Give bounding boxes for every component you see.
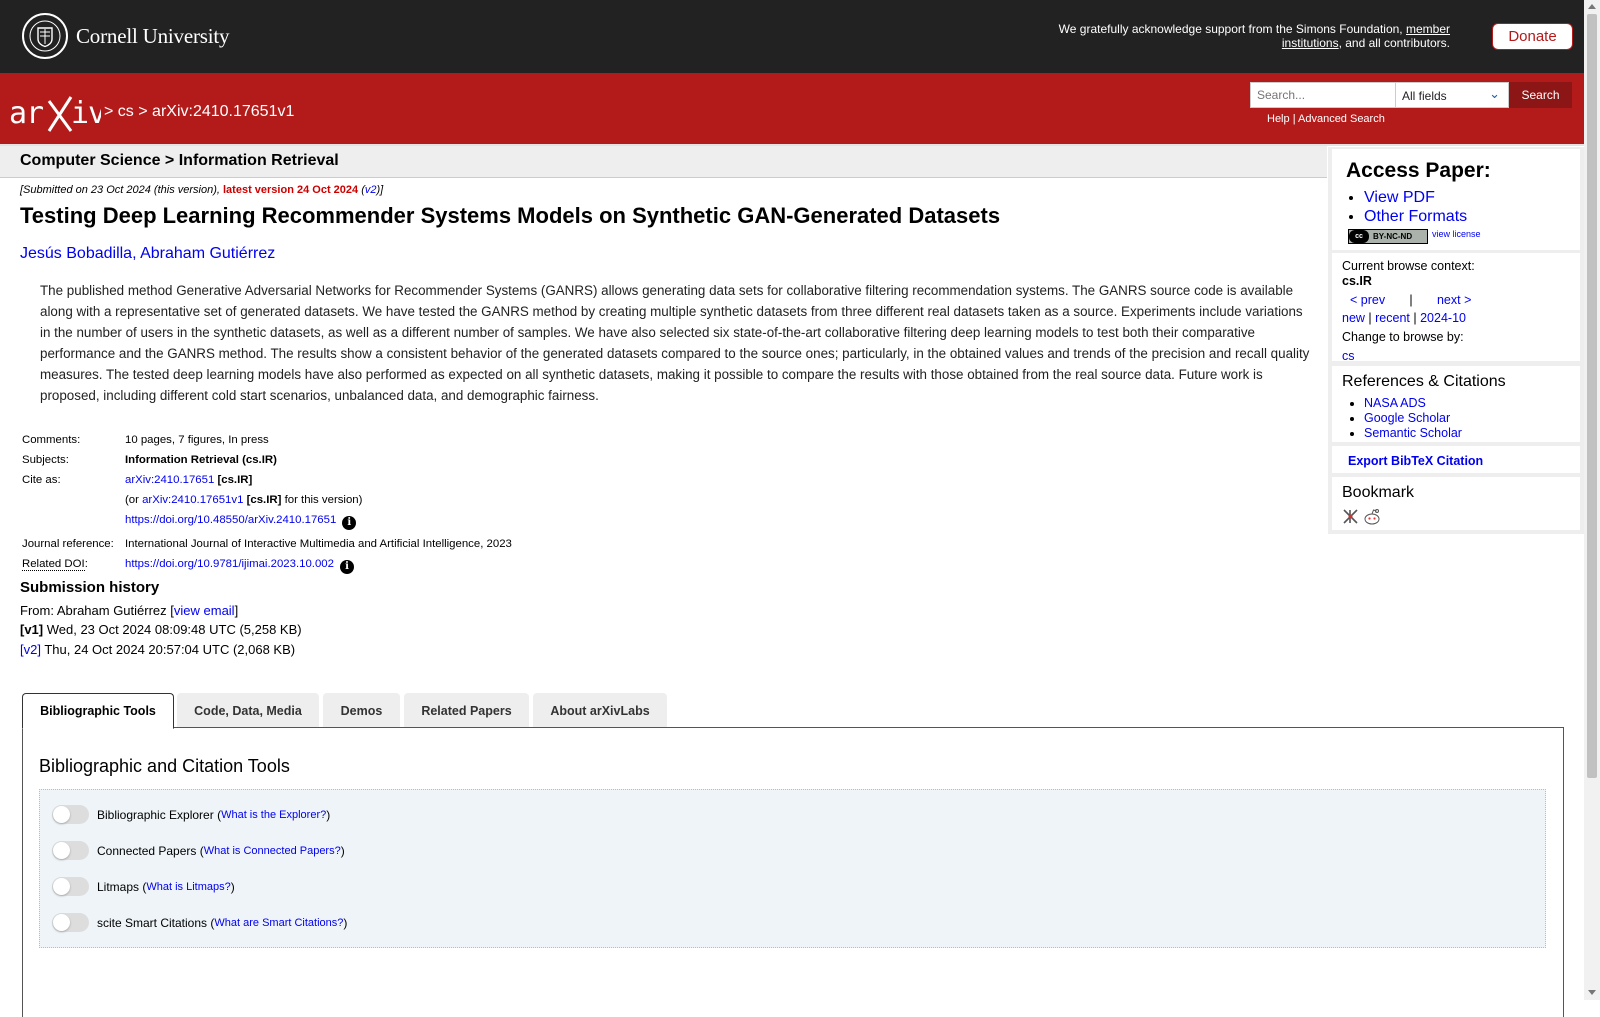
- bookmark-box: Bookmark: [1332, 477, 1580, 530]
- bookmark-title: Bookmark: [1342, 484, 1415, 501]
- cite-link[interactable]: arXiv:2410.17651: [125, 474, 214, 486]
- page-scrollbar[interactable]: [1584, 0, 1600, 1000]
- search-input[interactable]: [1250, 82, 1396, 108]
- tool-row: Bibliographic Explorer (What is the Expl…: [52, 805, 330, 824]
- semantic-scholar-link[interactable]: Semantic Scholar: [1364, 426, 1462, 440]
- tool-info-link[interactable]: What is Litmaps?: [146, 881, 230, 893]
- sidebar: Access Paper: View PDF Other Formats ccB…: [1328, 147, 1584, 534]
- cc-license-badge[interactable]: cc BY-NC-ND: [1348, 229, 1428, 244]
- cornell-seal-icon: [22, 13, 68, 59]
- search-button[interactable]: Search: [1509, 82, 1572, 108]
- access-paper-box: Access Paper: View PDF Other Formats ccB…: [1332, 149, 1580, 250]
- submission-history: Submission history From: Abraham Gutiérr…: [20, 579, 302, 657]
- comments-value: 10 pages, 7 figures, In press: [125, 434, 269, 446]
- tool-info-link[interactable]: What is Connected Papers?: [204, 845, 341, 857]
- help-link[interactable]: Help: [1267, 113, 1290, 125]
- scroll-thumb[interactable]: [1587, 14, 1597, 778]
- toggle-switch[interactable]: [52, 877, 89, 896]
- view-pdf-link[interactable]: View PDF: [1364, 189, 1435, 206]
- tool-row: Connected Papers (What is Connected Pape…: [52, 841, 345, 860]
- author-link[interactable]: Jesús Bobadilla: [20, 245, 132, 262]
- toggle-switch[interactable]: [52, 805, 89, 824]
- tab-panel: Bibliographic and Citation Tools Bibliog…: [22, 727, 1564, 1017]
- tab-bibliographic-tools[interactable]: Bibliographic Tools: [22, 693, 174, 729]
- breadcrumb: > cs > arXiv:2410.17651v1: [104, 103, 295, 120]
- tab-code-data-media[interactable]: Code, Data, Media: [177, 693, 319, 728]
- view-email-link[interactable]: view email: [174, 603, 235, 618]
- tab-related-papers[interactable]: Related Papers: [404, 693, 529, 728]
- svg-text:ar: ar: [9, 96, 43, 131]
- advanced-search-link[interactable]: Advanced Search: [1298, 113, 1385, 125]
- context-value: cs.IR: [1342, 274, 1372, 288]
- support-message: We gratefully acknowledge support from t…: [1058, 22, 1450, 50]
- breadcrumb-cs[interactable]: cs: [118, 103, 134, 120]
- info-icon[interactable]: i: [342, 516, 357, 530]
- export-bibtex-link[interactable]: Export BibTeX Citation: [1348, 454, 1483, 468]
- scroll-up-icon[interactable]: [1588, 4, 1596, 9]
- v2-version-link[interactable]: [v2]: [20, 642, 41, 657]
- bibsonomy-icon[interactable]: [1342, 508, 1359, 525]
- author-link[interactable]: Abraham Gutiérrez: [140, 245, 275, 262]
- nasa-ads-link[interactable]: NASA ADS: [1364, 396, 1426, 410]
- latest-version: latest version 24 Oct 2024: [223, 184, 359, 196]
- related-doi-link[interactable]: https://doi.org/10.9781/ijimai.2023.10.0…: [125, 558, 334, 570]
- subject-header: Computer Science > Information Retrieval: [0, 146, 1327, 178]
- toggle-switch[interactable]: [52, 913, 89, 932]
- breadcrumb-paper-id: arXiv:2410.17651v1: [152, 103, 295, 120]
- tools-box: Bibliographic Explorer (What is the Expl…: [39, 789, 1546, 948]
- tools-title: Bibliographic and Citation Tools: [39, 756, 290, 776]
- arxiv-header: ar iv > cs > arXiv:2410.17651v1 All fiel…: [0, 73, 1584, 146]
- prev-link[interactable]: < prev: [1350, 293, 1385, 307]
- journal-ref: International Journal of Interactive Mul…: [125, 538, 512, 550]
- view-license-link[interactable]: view license: [1432, 229, 1481, 239]
- metadata-table: Comments: 10 pages, 7 figures, In press S…: [20, 430, 514, 578]
- cornell-wordmark: Cornell University: [76, 23, 230, 48]
- browse-context-box: Current browse context: cs.IR < prev | n…: [1332, 253, 1580, 363]
- cornell-header: Cornell University We gratefully acknowl…: [0, 0, 1584, 73]
- search-field-select[interactable]: All fields ⌄: [1396, 82, 1509, 108]
- bibtex-box: Export BibTeX Citation: [1332, 446, 1580, 473]
- tool-info-link[interactable]: What is the Explorer?: [221, 809, 326, 821]
- browse-cs-link[interactable]: cs: [1342, 349, 1355, 363]
- help-links: Help | Advanced Search: [1267, 113, 1385, 125]
- submission-dateline: [Submitted on 23 Oct 2024 (this version)…: [20, 184, 384, 196]
- access-title: Access Paper:: [1346, 159, 1491, 182]
- google-scholar-link[interactable]: Google Scholar: [1364, 411, 1450, 425]
- refs-title: References & Citations: [1342, 373, 1506, 390]
- chevron-down-icon: ⌄: [1489, 86, 1500, 101]
- paper-title: Testing Deep Learning Recommender System…: [20, 203, 1001, 228]
- tool-row: scite Smart Citations (What are Smart Ci…: [52, 913, 347, 932]
- subjects-value: Information Retrieval (cs.IR): [125, 454, 277, 466]
- new-link[interactable]: new: [1342, 311, 1365, 325]
- info-icon[interactable]: i: [339, 560, 354, 574]
- abstract: The published method Generative Adversar…: [40, 283, 1310, 403]
- history-heading: Submission history: [20, 579, 160, 596]
- references-box: References & Citations NASA ADS Google S…: [1332, 366, 1580, 442]
- tool-info-link[interactable]: What are Smart Citations?: [214, 917, 343, 929]
- tool-row: Litmaps (What is Litmaps?): [52, 877, 235, 896]
- month-link[interactable]: 2024-10: [1420, 311, 1466, 325]
- v2-link[interactable]: v2: [365, 184, 377, 196]
- toggle-switch[interactable]: [52, 841, 89, 860]
- cornell-logo[interactable]: Cornell University: [22, 13, 229, 59]
- authors: Jesús Bobadilla, Abraham Gutiérrez: [20, 245, 276, 262]
- donate-button[interactable]: Donate: [1492, 23, 1573, 50]
- doi-link[interactable]: https://doi.org/10.48550/arXiv.2410.1765…: [125, 514, 336, 526]
- svg-text:iv: iv: [71, 96, 101, 131]
- next-link[interactable]: next >: [1437, 293, 1471, 307]
- reddit-icon[interactable]: [1363, 508, 1381, 525]
- cite-v1-link[interactable]: arXiv:2410.17651v1: [142, 494, 243, 506]
- recent-link[interactable]: recent: [1375, 311, 1410, 325]
- tab-demos[interactable]: Demos: [323, 693, 400, 728]
- arxiv-logo[interactable]: ar iv: [9, 93, 106, 140]
- tab-about-arxivlabs[interactable]: About arXivLabs: [533, 693, 667, 728]
- other-formats-link[interactable]: Other Formats: [1364, 208, 1467, 225]
- scroll-down-icon[interactable]: [1588, 990, 1596, 995]
